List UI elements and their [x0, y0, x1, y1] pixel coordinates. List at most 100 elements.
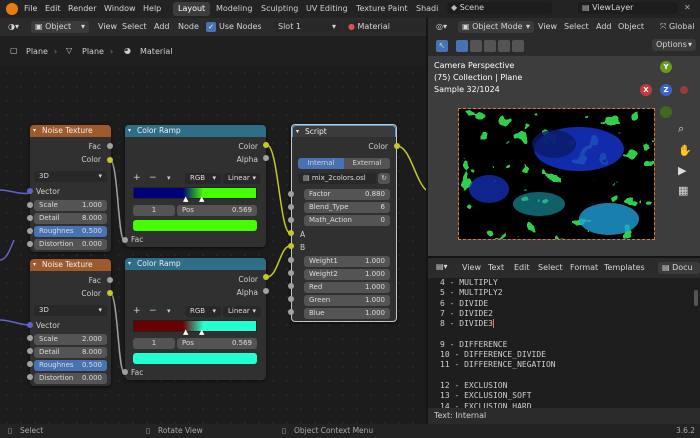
socket-blend-type-in[interactable]: [288, 204, 294, 210]
color-ramp-gradient[interactable]: [133, 320, 257, 332]
options-dropdown[interactable]: Options ▾: [652, 39, 696, 51]
socket-detail-in[interactable]: [27, 348, 33, 354]
rendered-plane[interactable]: [458, 108, 655, 240]
interpolation-dropdown[interactable]: Linear ▾: [223, 173, 261, 184]
tab-internal[interactable]: Internal: [298, 158, 344, 169]
gizmo-z-axis[interactable]: Z: [660, 84, 672, 96]
node-header[interactable]: ▾ Color Ramp: [125, 258, 266, 270]
distortion-field[interactable]: Distortion 0.000: [34, 373, 107, 384]
stop-color-swatch[interactable]: [133, 220, 257, 231]
select-invert-icon[interactable]: [498, 40, 510, 52]
scale-field[interactable]: Scale 2.000: [34, 334, 107, 345]
script-node[interactable]: ▾ Script Color Internal External ▤ mix_2c…: [291, 124, 397, 322]
stop-index-field[interactable]: 1: [133, 338, 175, 349]
gizmo-y-axis[interactable]: Y: [660, 61, 672, 73]
color-mode-dropdown[interactable]: RGB ▾: [185, 173, 221, 184]
socket-fac-in[interactable]: [122, 369, 128, 375]
node-header[interactable]: ▾ Noise Texture: [30, 259, 111, 271]
camera-view-icon[interactable]: ▶: [678, 164, 686, 177]
node-header[interactable]: ▾ Noise Texture: [30, 125, 111, 137]
socket-roughness-in[interactable]: [27, 361, 33, 367]
add-stop-icon[interactable]: +: [133, 173, 141, 183]
socket-factor-in[interactable]: [288, 191, 294, 197]
select-box-icon[interactable]: [456, 40, 468, 52]
red-field[interactable]: Red 1.000: [304, 282, 390, 293]
color-ramp-node-2[interactable]: ▾ Color Ramp Color Alpha + − ▾ RGB ▾ Linea…: [125, 258, 266, 380]
select-subtract-icon[interactable]: [484, 40, 496, 52]
socket-green-in[interactable]: [288, 296, 294, 302]
menu-select[interactable]: Select: [538, 263, 563, 272]
blend-type-field[interactable]: Blend_Type 6: [304, 202, 390, 213]
socket-fac-out[interactable]: [107, 143, 113, 149]
node-header[interactable]: ▾ Color Ramp: [125, 125, 266, 137]
collapse-chevron-icon[interactable]: ▾: [296, 126, 299, 138]
add-stop-icon[interactable]: +: [133, 306, 141, 316]
remove-stop-icon[interactable]: −: [149, 173, 157, 183]
collapse-chevron-icon[interactable]: ▾: [33, 125, 36, 137]
socket-blue-in[interactable]: [288, 309, 294, 315]
color-ramp-node-1[interactable]: ▾ Color Ramp Color Alpha + − ▾ RGB ▾ Linea…: [125, 125, 266, 247]
menu-format[interactable]: Format: [570, 263, 598, 272]
interpolation-dropdown[interactable]: Linear ▾: [223, 306, 261, 317]
socket-detail-in[interactable]: [27, 215, 33, 221]
menu-templates[interactable]: Templates: [604, 263, 645, 272]
menu-add[interactable]: Add: [596, 22, 612, 31]
transform-orientation-dropdown[interactable]: ⤧ Global: [656, 21, 700, 33]
socket-a-in[interactable]: [288, 230, 294, 236]
roughness-field[interactable]: Roughnes 0.500: [34, 226, 107, 237]
menu-view[interactable]: View: [538, 22, 557, 31]
green-field[interactable]: Green 1.000: [304, 295, 390, 306]
socket-roughness-in[interactable]: [27, 228, 33, 234]
ramp-stop-handle-icon[interactable]: ▲: [199, 328, 204, 336]
text-scrollbar[interactable]: [694, 290, 698, 306]
remove-stop-icon[interactable]: −: [149, 306, 157, 316]
noise-texture-node-2[interactable]: ▾ Noise Texture Fac Color 3D ▾ Vector Scal…: [30, 259, 111, 386]
collapse-chevron-icon[interactable]: ▾: [128, 258, 131, 270]
roughness-field[interactable]: Roughnes 0.500: [34, 360, 107, 371]
scene-selector[interactable]: ◆ Scene: [447, 2, 552, 14]
factor-field[interactable]: Factor 0.880: [304, 189, 390, 200]
socket-color-out[interactable]: [107, 157, 113, 163]
socket-fac-in[interactable]: [122, 237, 128, 243]
ramp-stop-handle-icon[interactable]: ▲: [199, 195, 204, 203]
menu-edit[interactable]: Edit: [514, 263, 530, 272]
distortion-field[interactable]: Distortion 0.000: [34, 239, 107, 250]
color-ramp-gradient[interactable]: [133, 187, 257, 199]
socket-fac-out[interactable]: [107, 277, 113, 283]
socket-color-out[interactable]: [394, 143, 400, 149]
weight1-field[interactable]: Weight1 1.000: [304, 256, 390, 267]
select-intersect-icon[interactable]: [512, 40, 524, 52]
editor-type-icon[interactable]: ▤▾: [432, 261, 452, 273]
socket-alpha-out[interactable]: [263, 155, 269, 161]
socket-color-out[interactable]: [263, 142, 269, 148]
stop-pos-field[interactable]: Pos 0.569: [177, 205, 257, 216]
math-action-field[interactable]: Math_Action 0: [304, 215, 390, 226]
socket-distortion-in[interactable]: [27, 374, 33, 380]
socket-alpha-out[interactable]: [263, 288, 269, 294]
stop-index-field[interactable]: 1: [133, 205, 175, 216]
editor-type-icon[interactable]: ◎▾: [432, 21, 452, 33]
socket-weight1-in[interactable]: [288, 257, 294, 263]
stop-color-swatch[interactable]: [133, 353, 257, 364]
dimension-dropdown[interactable]: 3D ▾: [34, 305, 107, 316]
gizmo-neg-x-axis[interactable]: [680, 86, 688, 94]
weight2-field[interactable]: Weight2 1.000: [304, 269, 390, 280]
detail-field[interactable]: Detail 8.000: [34, 213, 107, 224]
reload-script-icon[interactable]: ↻: [378, 173, 390, 184]
socket-b-in[interactable]: [288, 243, 294, 249]
socket-weight2-in[interactable]: [288, 270, 294, 276]
socket-red-in[interactable]: [288, 283, 294, 289]
node-header[interactable]: ▾ Script: [292, 125, 396, 137]
detail-field[interactable]: Detail 8.000: [34, 347, 107, 358]
text-datablock-selector[interactable]: ▤ Docu: [658, 262, 700, 274]
text-editor-content[interactable]: 4 - MULTIPLY 5 - MULTIPLY2 6 - DIVIDE 7 …: [440, 278, 556, 408]
ortho-grid-icon[interactable]: ▦: [678, 184, 688, 197]
object-mode-dropdown[interactable]: ▣ Object Mode ▾: [458, 21, 534, 33]
color-mode-dropdown[interactable]: RGB ▾: [185, 306, 221, 317]
view-layer-selector[interactable]: ▤ ViewLayer: [578, 2, 678, 14]
pan-hand-icon[interactable]: ✋: [678, 144, 692, 157]
scale-field[interactable]: Scale 1.000: [34, 200, 107, 211]
tab-external[interactable]: External: [344, 158, 390, 169]
socket-vector-in[interactable]: [27, 188, 33, 194]
gizmo-x-axis[interactable]: X: [640, 84, 652, 96]
